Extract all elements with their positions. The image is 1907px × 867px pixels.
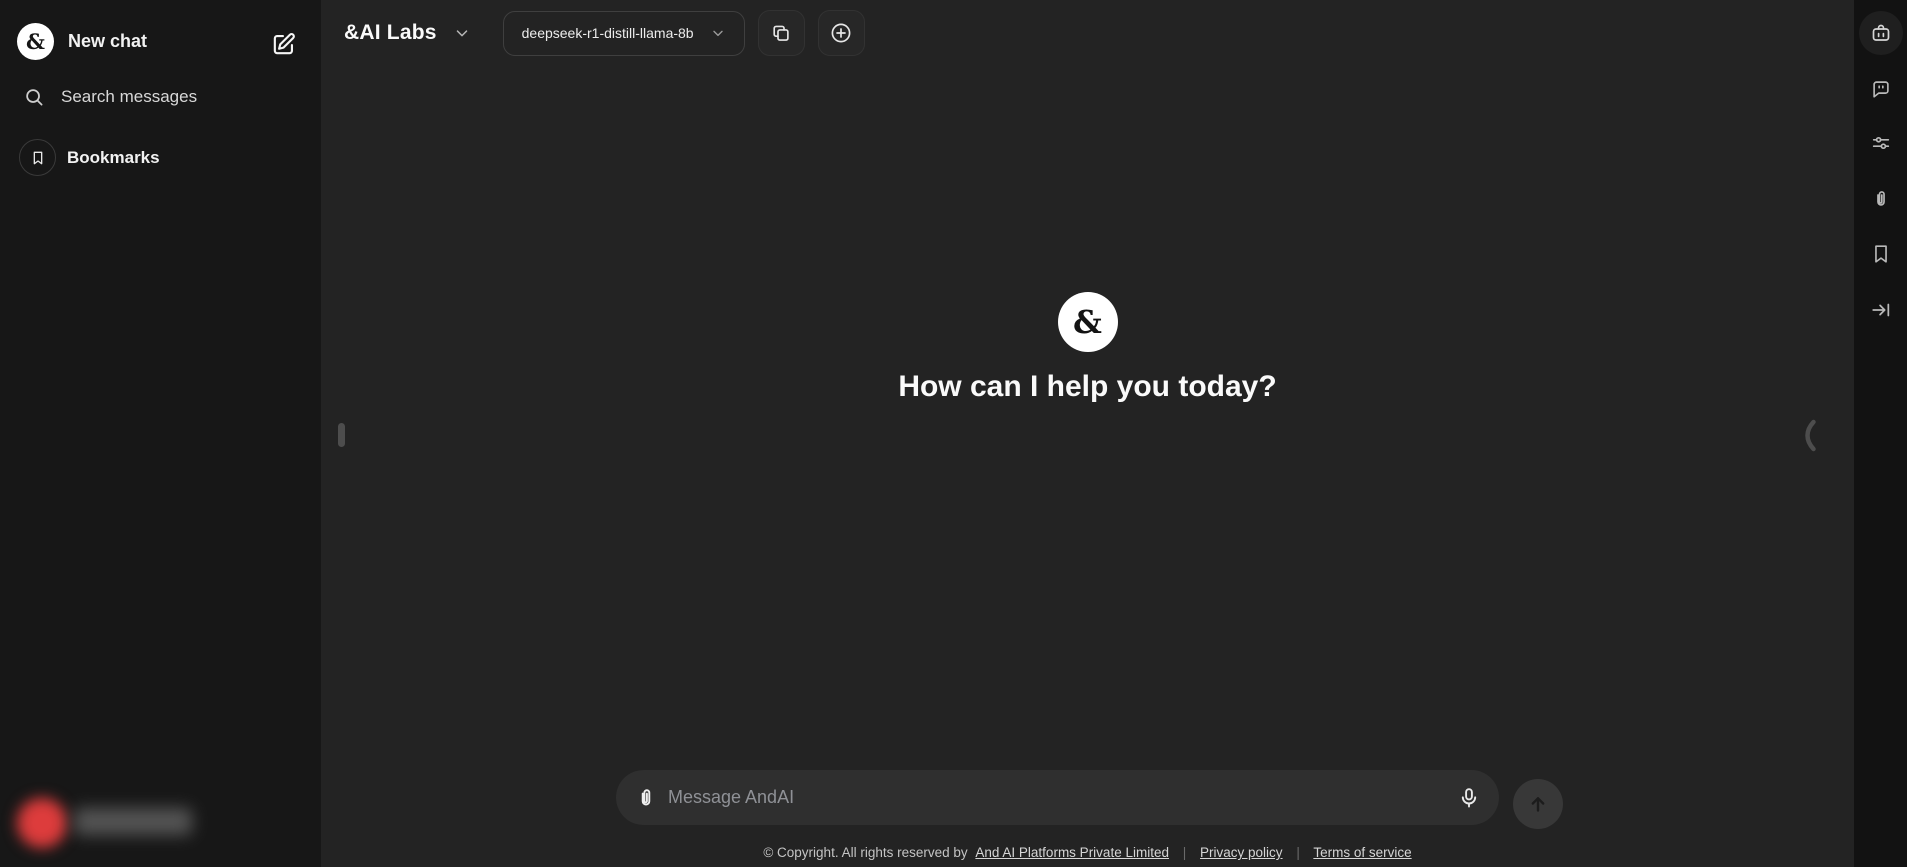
rail-bookmarks-button[interactable]	[1870, 243, 1892, 265]
arrow-to-bar-icon	[1870, 299, 1892, 321]
blurred-avatar	[17, 798, 67, 848]
bookmark-icon	[19, 139, 56, 176]
rail-assistant-button[interactable]	[1859, 11, 1903, 55]
model-selector[interactable]: deepseek-r1-distill-llama-8b	[503, 11, 745, 56]
sliders-icon	[1870, 132, 1892, 154]
brand-logo-icon: &	[1058, 292, 1118, 352]
search-label: Search messages	[61, 87, 197, 107]
rail-collapse-button[interactable]	[1870, 299, 1892, 321]
bookmark-icon	[1870, 243, 1892, 265]
microphone-icon	[1457, 786, 1481, 810]
sidebar-item-search[interactable]: Search messages	[23, 86, 197, 108]
blurred-username	[74, 808, 192, 835]
app-title: &AI Labs	[344, 21, 437, 45]
search-icon	[23, 86, 45, 108]
sidebar-resize-handle[interactable]	[338, 423, 345, 447]
bookmarks-label: Bookmarks	[67, 148, 160, 168]
greeting-heading: How can I help you today?	[321, 370, 1854, 404]
terms-of-service-link[interactable]: Terms of service	[1313, 845, 1411, 860]
right-icon-rail	[1854, 0, 1907, 867]
robot-icon	[1869, 21, 1893, 45]
voice-input-button[interactable]	[1457, 786, 1481, 810]
arrow-up-icon	[1526, 792, 1550, 816]
rail-chats-button[interactable]	[1870, 78, 1892, 100]
message-input[interactable]	[668, 787, 1457, 808]
brand-logo-icon: &	[17, 23, 54, 60]
attach-file-button[interactable]	[634, 786, 658, 810]
logo-glyph: &	[1073, 303, 1102, 341]
copy-icon	[770, 22, 792, 44]
logo-glyph: &	[26, 29, 45, 54]
paperclip-icon	[634, 786, 658, 810]
chat-bubble-icon	[1870, 78, 1892, 100]
message-composer	[616, 770, 1499, 825]
paperclip-icon	[1870, 188, 1892, 210]
rail-attachments-button[interactable]	[1870, 188, 1892, 210]
empty-state: & How can I help you today?	[321, 292, 1854, 404]
send-button[interactable]	[1513, 779, 1563, 829]
compose-icon	[270, 31, 297, 58]
compose-button[interactable]	[268, 29, 298, 59]
privacy-policy-link[interactable]: Privacy policy	[1200, 845, 1283, 860]
footer-separator: |	[1296, 845, 1300, 860]
left-sidebar: & New chat Search messages	[0, 0, 321, 867]
copyright-text: © Copyright. All rights reserved by	[763, 845, 967, 860]
chevron-down-icon	[710, 25, 726, 41]
plus-circle-icon	[829, 21, 853, 45]
company-link[interactable]: And AI Platforms Private Limited	[975, 845, 1169, 860]
app-window: & New chat Search messages	[0, 0, 1907, 867]
blurred-profile-badge[interactable]	[14, 796, 214, 856]
panel-collapse-handle[interactable]	[1802, 419, 1818, 452]
new-chat-label: New chat	[68, 31, 147, 52]
main-chat-area: &AI Labs deepseek-r1-distill-llama-8b	[321, 0, 1854, 867]
duplicate-chat-button[interactable]	[758, 10, 805, 56]
footer-separator: |	[1183, 845, 1187, 860]
model-selector-value: deepseek-r1-distill-llama-8b	[522, 25, 694, 41]
new-conversation-button[interactable]	[818, 10, 865, 56]
top-toolbar: &AI Labs deepseek-r1-distill-llama-8b	[321, 0, 1854, 66]
sidebar-item-bookmarks[interactable]: Bookmarks	[19, 139, 160, 176]
chevron-down-icon	[453, 24, 471, 42]
rail-settings-button[interactable]	[1870, 132, 1892, 154]
footer: © Copyright. All rights reserved by And …	[321, 845, 1854, 860]
new-chat-button[interactable]: & New chat	[17, 23, 147, 60]
workspace-dropdown[interactable]	[453, 24, 471, 42]
